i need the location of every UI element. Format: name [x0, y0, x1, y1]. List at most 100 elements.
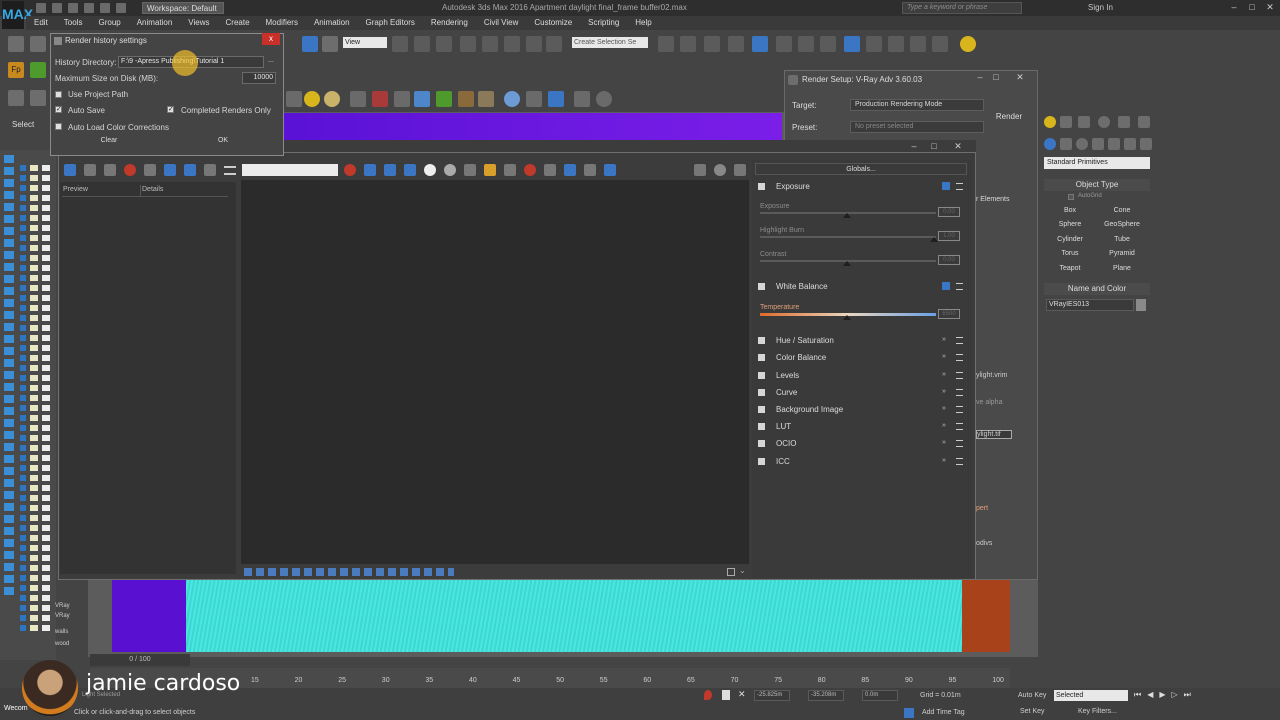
history-details-column[interactable]: Details	[142, 186, 163, 193]
explorer-visibility-column[interactable]	[30, 165, 38, 635]
expand-chevron-icon[interactable]: »	[942, 353, 946, 360]
history-b-icon[interactable]	[184, 164, 196, 176]
clear-button[interactable]: Clear	[54, 135, 164, 147]
utilities-tab-icon[interactable]	[1138, 116, 1150, 128]
space-warps-icon[interactable]	[1124, 138, 1136, 150]
browse-button[interactable]: ...	[264, 56, 278, 68]
expand-chevron-icon[interactable]: »	[942, 371, 946, 378]
name-color-rollout-title[interactable]: Name and Color	[1044, 283, 1150, 295]
menu-rendering[interactable]: Rendering	[423, 16, 476, 30]
cone-button[interactable]: Cone	[1098, 205, 1146, 217]
exposure-value-field[interactable]: 0.00	[938, 207, 960, 217]
correction-menu-icon[interactable]	[956, 440, 963, 447]
render-iterative-icon[interactable]	[888, 36, 904, 52]
absolute-mode-icon[interactable]: ✕	[738, 689, 746, 700]
key-filters-button[interactable]: Key Filters...	[1078, 708, 1117, 715]
x-coordinate-field[interactable]: -25.825m	[754, 690, 790, 701]
expand-chevron-icon[interactable]: »	[942, 439, 946, 446]
z-coordinate-field[interactable]: 0.0m	[862, 690, 898, 701]
explorer-item[interactable]: wood	[55, 641, 69, 647]
explorer-expand-column[interactable]	[20, 165, 26, 635]
correction-menu-icon[interactable]	[956, 423, 963, 430]
render-setup-icon[interactable]	[820, 36, 836, 52]
layer-explorer-icon[interactable]	[704, 36, 720, 52]
correction-enabled-icon[interactable]	[942, 182, 950, 190]
tube-button[interactable]: Tube	[1098, 234, 1146, 246]
motion-tab-icon[interactable]	[1098, 116, 1110, 128]
box-button[interactable]: Box	[1046, 205, 1094, 217]
lock-selection-icon[interactable]	[722, 690, 730, 700]
menu-group[interactable]: Group	[90, 16, 128, 30]
expand-chevron-icon[interactable]: »	[942, 457, 946, 464]
toggle-ribbon-icon[interactable]	[728, 36, 744, 52]
vray-plane-icon[interactable]	[394, 91, 410, 107]
vray-sphere-icon[interactable]	[414, 91, 430, 107]
set-key-button[interactable]: Set Key	[1020, 708, 1045, 715]
completed-renders-checkbox[interactable]	[167, 105, 174, 113]
green-channel-icon[interactable]	[384, 164, 396, 176]
ok-button[interactable]: OK	[168, 135, 278, 147]
menu-views[interactable]: Views	[180, 16, 217, 30]
render-setup-close-icon[interactable]: ✕	[1012, 72, 1028, 83]
link-icon[interactable]	[584, 164, 596, 176]
toolbar-icon-2[interactable]	[30, 90, 46, 106]
menu-graph-editors[interactable]: Graph Editors	[358, 16, 423, 30]
highlight-burn-value-field[interactable]: 1.00	[938, 231, 960, 241]
schematic-view-icon[interactable]	[776, 36, 792, 52]
modify-tab-icon[interactable]	[1060, 116, 1072, 128]
lens-effects-icon[interactable]	[604, 164, 616, 176]
curve-editor-icon[interactable]	[752, 36, 768, 52]
correction-checkbox[interactable]	[758, 283, 765, 290]
history-remove-icon[interactable]	[124, 164, 136, 176]
correction-menu-icon[interactable]	[956, 389, 963, 396]
correction-menu-icon[interactable]	[956, 337, 963, 344]
correction-levels[interactable]: Levels »	[755, 369, 969, 386]
highlight-burn-track[interactable]	[760, 236, 936, 238]
track-mouse-icon[interactable]	[564, 164, 576, 176]
temperature-thumb[interactable]	[843, 315, 851, 320]
time-slider[interactable]: 0 / 100	[90, 654, 190, 666]
display-tab-icon[interactable]	[1118, 116, 1130, 128]
lights-icon[interactable]	[1076, 138, 1088, 150]
correction-icc[interactable]: ICC »	[755, 455, 969, 472]
use-project-path-checkbox[interactable]	[55, 91, 62, 98]
mirror-icon[interactable]	[658, 36, 674, 52]
helpers-icon[interactable]	[1108, 138, 1120, 150]
percent-snap-icon[interactable]	[504, 36, 520, 52]
vfb-bottom-icons[interactable]	[244, 568, 454, 576]
vfb-collapse-icon[interactable]: ⌄	[739, 566, 746, 575]
plane-button[interactable]: Plane	[1098, 263, 1146, 275]
y-coordinate-field[interactable]: -35.208m	[808, 690, 844, 701]
temperature-value-field[interactable]: 6500	[938, 309, 960, 319]
contrast-value-field[interactable]: 0.00	[938, 255, 960, 265]
correction-curve[interactable]: Curve »	[755, 386, 969, 403]
playback-controls[interactable]: ⏮◀▶▷⏭	[1134, 690, 1274, 700]
select-manipulate-icon[interactable]	[414, 36, 430, 52]
explorer-item[interactable]: walls	[55, 629, 68, 635]
redo-icon[interactable]	[100, 3, 110, 13]
new-file-icon[interactable]	[36, 3, 46, 13]
correction-enabled-icon[interactable]	[942, 282, 950, 290]
contrast-thumb[interactable]	[843, 261, 851, 266]
menu-animation[interactable]: Animation	[129, 16, 181, 30]
history-a-icon[interactable]	[164, 164, 176, 176]
isolate-icon[interactable]	[704, 690, 712, 700]
create-tab-icon[interactable]	[1044, 116, 1056, 128]
toolbar-icon-1[interactable]	[8, 90, 24, 106]
render-image-area[interactable]	[241, 180, 749, 564]
correction-menu-icon[interactable]	[956, 183, 963, 190]
material-editor-icon[interactable]	[798, 36, 814, 52]
correction-menu-icon[interactable]	[956, 458, 963, 465]
shapes-icon[interactable]	[1060, 138, 1072, 150]
redo-icon[interactable]	[30, 36, 46, 52]
correction-exposure[interactable]: Exposure	[755, 180, 969, 197]
blue-channel-icon[interactable]	[404, 164, 416, 176]
light-bulb-icon[interactable]	[960, 36, 976, 52]
rendered-frame-window-icon[interactable]	[844, 36, 860, 52]
geosphere-button[interactable]: GeoSphere	[1098, 219, 1146, 231]
vray-light-icon[interactable]	[286, 91, 302, 107]
render-setup-minimize-icon[interactable]: –	[972, 72, 988, 83]
correction-checkbox[interactable]	[758, 372, 765, 379]
add-time-tag-button[interactable]: Add Time Tag	[922, 709, 965, 716]
mono-icon[interactable]	[444, 164, 456, 176]
